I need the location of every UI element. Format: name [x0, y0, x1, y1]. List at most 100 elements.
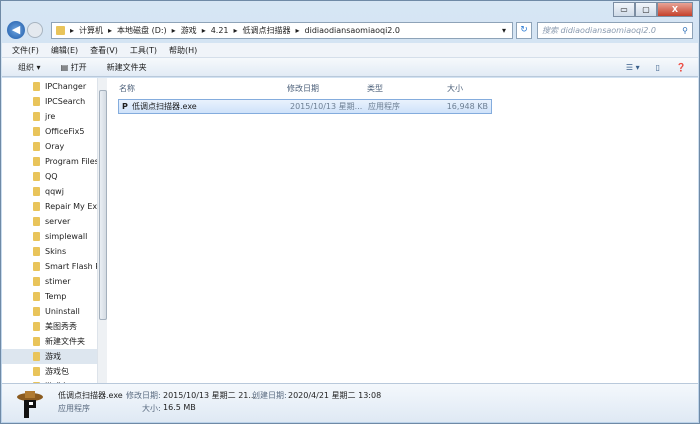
breadcrumb-item[interactable]: 低调点扫描器: [243, 25, 291, 36]
details-file-name: 低调点扫描器.exe: [58, 391, 123, 400]
file-type: 应用程序: [368, 102, 400, 111]
sidebar-item[interactable]: jre: [2, 109, 97, 124]
modified-value: 2015/10/13 星期二 21...: [163, 391, 257, 400]
sidebar-item[interactable]: QQ: [2, 169, 97, 184]
sidebar-item[interactable]: 游戏包: [2, 364, 97, 379]
details-pane: 低调点扫描器.exe 修改日期: 2015/10/13 星期二 21... 创建…: [2, 383, 698, 422]
nav-buttons: ◀: [7, 21, 43, 39]
folder-icon: [33, 112, 40, 121]
menu-help[interactable]: 帮助(H): [169, 43, 197, 57]
sidebar-item[interactable]: Skins: [2, 244, 97, 259]
menu-tools[interactable]: 工具(T): [130, 43, 157, 57]
window-controls: ▭ ▢ X: [613, 2, 693, 17]
created-label: 创建日期:: [252, 391, 287, 400]
folder-icon: [33, 202, 40, 211]
maximize-button[interactable]: ▢: [635, 2, 657, 17]
column-headers: 名称 修改日期 类型 大小: [119, 82, 487, 96]
sidebar-item[interactable]: 游戏: [2, 349, 97, 364]
sidebar-item[interactable]: stimer: [2, 274, 97, 289]
breadcrumb-item[interactable]: 计算机: [79, 25, 103, 36]
sidebar-item-label: Repair My Exe: [45, 202, 97, 211]
sidebar-item[interactable]: OfficeFix5: [2, 124, 97, 139]
sidebar-item-label: Smart Flash R: [45, 262, 97, 271]
toolbar: 组织 ▾ ▤ 打开 新建文件夹 ☰ ▾ ▯ ❓: [2, 58, 698, 77]
organize-button[interactable]: 组织 ▾: [18, 62, 41, 73]
breadcrumb-item[interactable]: 游戏: [181, 25, 197, 36]
sidebar-item[interactable]: Repair My Exe: [2, 199, 97, 214]
folder-icon: [33, 97, 40, 106]
breadcrumb-item[interactable]: 本地磁盘 (D:): [117, 25, 167, 36]
refresh-button[interactable]: ↻: [516, 22, 532, 39]
file-modified: 2015/10/13 星期...: [290, 102, 363, 111]
sidebar-item-label: Program Files: [45, 157, 97, 166]
folder-icon: [33, 187, 40, 196]
sidebar-item[interactable]: Program Files: [2, 154, 97, 169]
folder-icon: [33, 247, 40, 256]
folder-icon: [33, 217, 40, 226]
column-modified[interactable]: 修改日期: [287, 82, 367, 96]
address-bar[interactable]: ▸ 计算机 ▸ 本地磁盘 (D:) ▸ 游戏 ▸ 4.21 ▸ 低调点扫描器 ▸ didia…: [51, 22, 513, 39]
size-value: 16.5 MB: [163, 403, 196, 412]
sidebar-scrollbar[interactable]: [97, 78, 107, 383]
column-name[interactable]: 名称: [119, 82, 287, 96]
details-type: 应用程序: [58, 404, 90, 413]
preview-pane-icon[interactable]: ▯: [656, 63, 660, 72]
sidebar-item[interactable]: 美图秀秀: [2, 319, 97, 334]
new-folder-button[interactable]: 新建文件夹: [107, 62, 147, 73]
menu-edit[interactable]: 编辑(E): [51, 43, 78, 57]
file-list: 名称 修改日期 类型 大小 P 低调点扫描器.exe 2015/10/13 星期…: [107, 78, 698, 383]
close-button[interactable]: X: [657, 2, 693, 17]
sidebar-item[interactable]: IPChanger: [2, 79, 97, 94]
modified-label: 修改日期:: [126, 391, 161, 400]
folder-icon: [33, 307, 40, 316]
sidebar-item[interactable]: Temp: [2, 289, 97, 304]
folder-icon: [33, 157, 40, 166]
breadcrumb-item[interactable]: 4.21: [211, 26, 229, 35]
file-row[interactable]: P 低调点扫描器.exe 2015/10/13 星期... 应用程序 16,94…: [118, 99, 492, 114]
sidebar-item-label: simplewall: [45, 232, 88, 241]
folder-icon: [33, 352, 40, 361]
sidebar-item[interactable]: server: [2, 214, 97, 229]
scrollbar-thumb[interactable]: [99, 90, 107, 320]
folder-icon: [33, 277, 40, 286]
navigation-pane: IPChanger IPCSearch jre OfficeFix5 Oray Progr…: [2, 78, 97, 383]
dropdown-icon[interactable]: ▾: [502, 26, 506, 35]
search-icon: ⚲: [682, 26, 688, 35]
folder-icon: [33, 337, 40, 346]
menu-bar: 文件(F) 编辑(E) 查看(V) 工具(T) 帮助(H): [2, 43, 698, 58]
menu-file[interactable]: 文件(F): [12, 43, 39, 57]
open-button[interactable]: ▤ 打开: [61, 62, 87, 73]
sidebar-item[interactable]: IPCSearch: [2, 94, 97, 109]
folder-icon: [33, 232, 40, 241]
column-size[interactable]: 大小: [447, 82, 487, 96]
sidebar-item[interactable]: Smart Flash R: [2, 259, 97, 274]
file-size: 16,948 KB: [446, 102, 488, 111]
back-button[interactable]: ◀: [7, 21, 25, 39]
menu-view[interactable]: 查看(V): [90, 43, 118, 57]
folder-icon: [33, 127, 40, 136]
search-input[interactable]: 搜索 didiaodiansaomiaoqi2.0 ⚲: [537, 22, 693, 39]
open-icon: ▤: [60, 62, 71, 72]
created-value: 2020/4/21 星期二 13:08: [288, 391, 382, 400]
folder-icon: [33, 322, 40, 331]
view-options-icon[interactable]: ☰ ▾: [626, 63, 640, 72]
breadcrumb-item[interactable]: didiaodiansaomiaoqi2.0: [305, 26, 400, 35]
sidebar-item[interactable]: Oray: [2, 139, 97, 154]
help-icon[interactable]: ❓: [676, 63, 686, 72]
sidebar-item[interactable]: simplewall: [2, 229, 97, 244]
folder-icon: [33, 142, 40, 151]
folder-icon: [33, 367, 40, 376]
file-name: 低调点扫描器.exe: [132, 102, 197, 111]
forward-button[interactable]: [27, 22, 43, 38]
sidebar-item-label: IPChanger: [45, 82, 87, 91]
explorer-window: ▭ ▢ X ◀ ▸ 计算机 ▸ 本地磁盘 (D:) ▸ 游戏 ▸ 4.21 ▸ 低调点扫描…: [0, 0, 700, 424]
minimize-button[interactable]: ▭: [613, 2, 635, 17]
exe-icon: P: [122, 102, 128, 111]
sidebar-item[interactable]: 新建文件夹: [2, 334, 97, 349]
column-type[interactable]: 类型: [367, 82, 447, 96]
folder-icon: [33, 292, 40, 301]
folder-icon: [56, 26, 65, 35]
sidebar-item[interactable]: Uninstall: [2, 304, 97, 319]
size-label: 大小:: [142, 404, 161, 413]
sidebar-item[interactable]: qqwj: [2, 184, 97, 199]
